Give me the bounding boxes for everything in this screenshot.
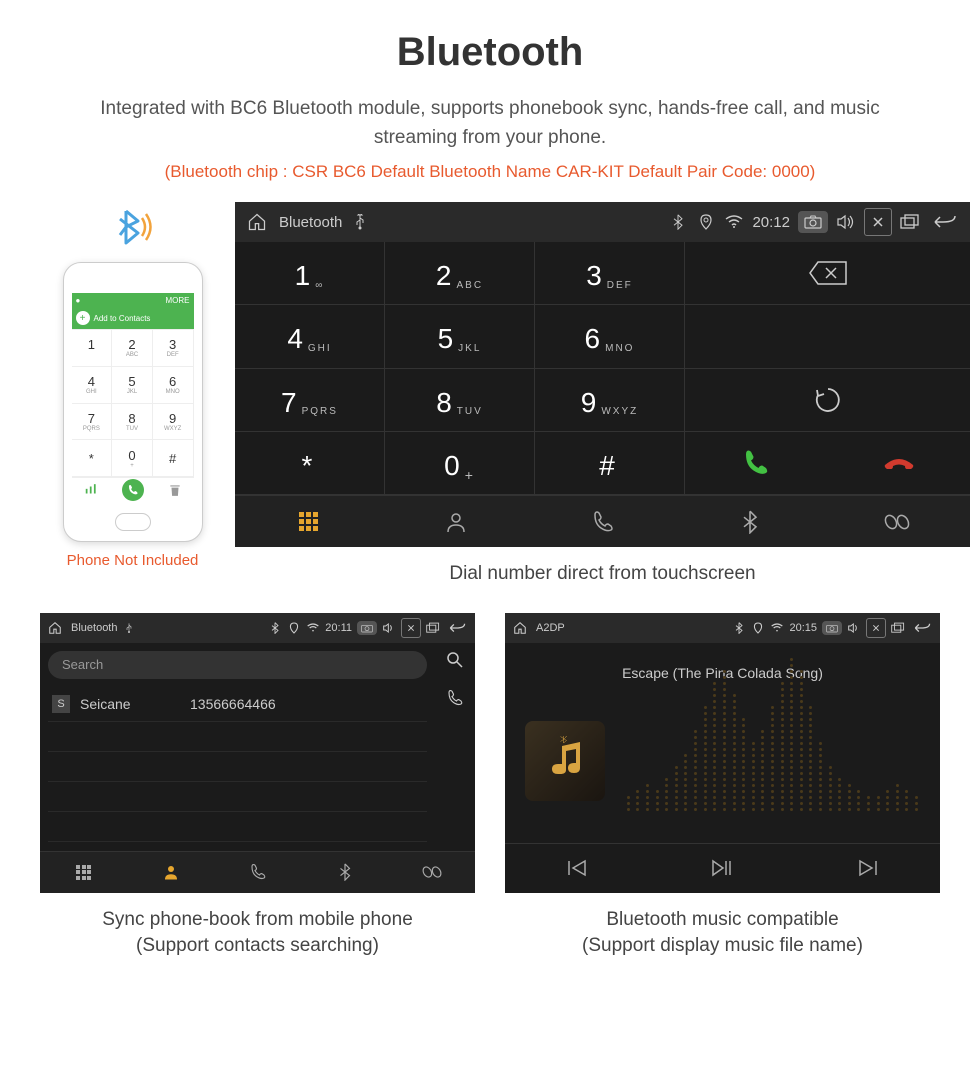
status-bar: A2DP 20:15 bbox=[505, 613, 940, 643]
key-0[interactable]: 0+ bbox=[385, 432, 535, 495]
album-art-icon bbox=[525, 721, 605, 801]
phonebook-caption: Sync phone-book from mobile phone (Suppo… bbox=[40, 907, 475, 960]
key-8[interactable]: 8TUV bbox=[385, 369, 535, 432]
hangup-button[interactable] bbox=[828, 432, 971, 495]
music-caption: Bluetooth music compatible (Support disp… bbox=[505, 907, 940, 960]
key-4[interactable]: 4GHI bbox=[235, 305, 385, 368]
search-icon[interactable] bbox=[446, 651, 464, 669]
prev-button[interactable] bbox=[567, 859, 587, 877]
phone-more-label: MORE bbox=[166, 296, 190, 305]
key-3[interactable]: 3DEF bbox=[535, 242, 685, 305]
key-5[interactable]: 5JKL bbox=[385, 305, 535, 368]
search-input[interactable]: Search bbox=[48, 651, 427, 679]
redial-button[interactable] bbox=[685, 369, 970, 432]
screenshot-icon[interactable] bbox=[798, 211, 828, 233]
music-screen: A2DP 20:15 Escape (The Pina Colada Song) bbox=[505, 613, 940, 893]
home-icon[interactable] bbox=[513, 621, 527, 635]
wifi-icon bbox=[770, 621, 784, 635]
phone-hero: ●MORE + Add to Contacts 1 2ABC3DEF 4GHI5… bbox=[55, 202, 210, 569]
dialer-screen: Bluetooth 20:12 1∞ 2ABC bbox=[235, 202, 970, 547]
nav-recents[interactable] bbox=[214, 852, 301, 893]
recent-apps-icon[interactable] bbox=[891, 621, 905, 635]
nav-keypad[interactable] bbox=[40, 852, 127, 893]
add-contacts-label: Add to Contacts bbox=[94, 314, 151, 323]
recent-apps-icon[interactable] bbox=[900, 212, 920, 232]
status-time: 20:12 bbox=[752, 214, 790, 231]
keypad: 1∞ 2ABC 3DEF 4GHI 5JKL 6MNO 7PQRS 8TUV 9… bbox=[235, 242, 685, 495]
key-hash[interactable]: # bbox=[535, 432, 685, 495]
contact-number: 13566664466 bbox=[190, 696, 276, 712]
screenshot-icon[interactable] bbox=[357, 621, 377, 635]
usb-icon bbox=[122, 621, 136, 635]
key-star[interactable]: * bbox=[235, 432, 385, 495]
key-2[interactable]: 2ABC bbox=[385, 242, 535, 305]
status-time: 20:15 bbox=[789, 622, 817, 634]
usb-icon bbox=[350, 212, 370, 232]
nav-recents[interactable] bbox=[529, 496, 676, 547]
nav-contacts[interactable] bbox=[127, 852, 214, 893]
volume-icon[interactable] bbox=[836, 212, 856, 232]
nav-keypad[interactable] bbox=[235, 496, 382, 547]
nav-contacts[interactable] bbox=[382, 496, 529, 547]
wifi-icon bbox=[724, 212, 744, 232]
back-icon[interactable] bbox=[445, 621, 467, 635]
contact-list[interactable]: S Seicane 13566664466 bbox=[40, 687, 435, 851]
contact-name: Seicane bbox=[80, 696, 180, 712]
status-bar: Bluetooth 20:12 bbox=[235, 202, 970, 242]
bluetooth-signal-icon bbox=[108, 202, 158, 252]
contact-badge: S bbox=[52, 695, 70, 713]
page-subtitle: Integrated with BC6 Bluetooth module, su… bbox=[20, 95, 960, 152]
back-icon[interactable] bbox=[910, 621, 932, 635]
nav-pair[interactable] bbox=[823, 496, 970, 547]
nav-pair[interactable] bbox=[388, 852, 475, 893]
phonebook-screen: Bluetooth 20:11 Search bbox=[40, 613, 475, 893]
page-title: Bluetooth bbox=[20, 30, 960, 75]
location-icon bbox=[751, 621, 765, 635]
close-app-icon[interactable] bbox=[866, 618, 886, 638]
key-7[interactable]: 7PQRS bbox=[235, 369, 385, 432]
close-app-icon[interactable] bbox=[864, 208, 892, 236]
location-icon bbox=[696, 212, 716, 232]
call-icon[interactable] bbox=[446, 689, 464, 707]
next-button[interactable] bbox=[858, 859, 878, 877]
empty-cell bbox=[685, 305, 970, 368]
home-icon[interactable] bbox=[247, 212, 267, 232]
bluetooth-status-icon bbox=[268, 621, 282, 635]
bluetooth-status-icon bbox=[732, 621, 746, 635]
phone-mockup: ●MORE + Add to Contacts 1 2ABC3DEF 4GHI5… bbox=[63, 262, 203, 542]
spec-line: (Bluetooth chip : CSR BC6 Default Blueto… bbox=[20, 162, 960, 182]
wifi-icon bbox=[306, 621, 320, 635]
close-app-icon[interactable] bbox=[401, 618, 421, 638]
bluetooth-status-icon bbox=[668, 212, 688, 232]
key-9[interactable]: 9WXYZ bbox=[535, 369, 685, 432]
dialer-caption: Dial number direct from touchscreen bbox=[235, 561, 970, 588]
status-title: A2DP bbox=[536, 622, 565, 634]
home-icon[interactable] bbox=[48, 621, 62, 635]
call-button[interactable] bbox=[685, 432, 828, 495]
play-pause-button[interactable] bbox=[711, 859, 733, 877]
contact-row[interactable]: S Seicane 13566664466 bbox=[48, 687, 427, 722]
status-title: Bluetooth bbox=[279, 214, 342, 231]
search-placeholder: Search bbox=[62, 657, 103, 672]
key-6[interactable]: 6MNO bbox=[535, 305, 685, 368]
screenshot-icon[interactable] bbox=[822, 621, 842, 635]
nav-bluetooth[interactable] bbox=[301, 852, 388, 893]
phone-caption: Phone Not Included bbox=[55, 552, 210, 569]
visualizer bbox=[505, 701, 940, 821]
status-time: 20:11 bbox=[325, 622, 352, 634]
status-title: Bluetooth bbox=[71, 622, 117, 634]
key-1[interactable]: 1∞ bbox=[235, 242, 385, 305]
backspace-button[interactable] bbox=[685, 242, 970, 305]
back-icon[interactable] bbox=[928, 212, 958, 232]
location-icon bbox=[287, 621, 301, 635]
volume-icon[interactable] bbox=[847, 621, 861, 635]
nav-bluetooth[interactable] bbox=[676, 496, 823, 547]
recent-apps-icon[interactable] bbox=[426, 621, 440, 635]
volume-icon[interactable] bbox=[382, 621, 396, 635]
status-bar: Bluetooth 20:11 bbox=[40, 613, 475, 643]
